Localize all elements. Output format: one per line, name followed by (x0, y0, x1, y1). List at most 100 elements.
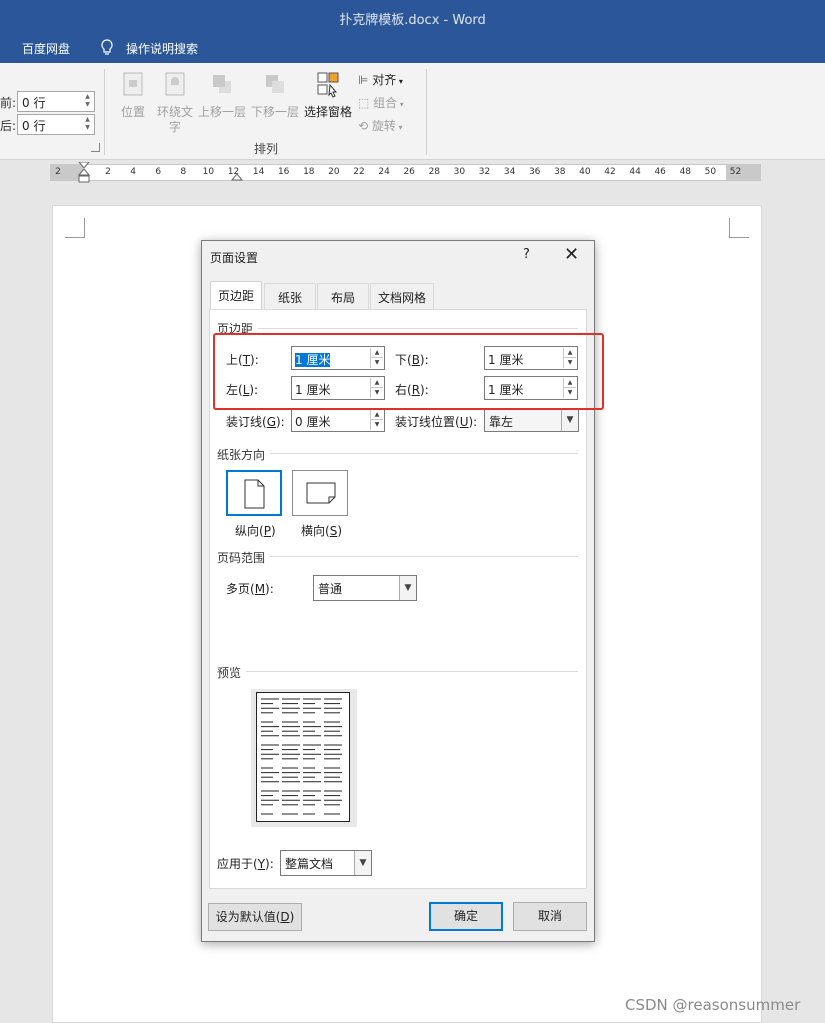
group-label: 组合 (373, 96, 398, 110)
multiple-pages-select[interactable]: 普通 ▼ (313, 575, 417, 601)
ok-button[interactable]: 确定 (429, 902, 503, 931)
ruler-tick-label: 14 (252, 167, 265, 177)
spacing-before-value: 0 行 (22, 96, 46, 110)
spacing-before-spinner[interactable]: ▲ ▼ (82, 93, 93, 110)
gutter-position-select[interactable]: 靠左 ▼ (484, 408, 579, 432)
ruler-tick-label: 34 (503, 167, 516, 177)
horizontal-ruler[interactable]: 2 2 4 6 8 10 12 14 16 18 20 22 24 26 28 30 32 34 36 38 40 42 4… (50, 162, 761, 184)
position-icon (123, 72, 143, 96)
dialog-title: 页面设置 (210, 251, 259, 265)
gutter-spinner[interactable]: ▲ ▼ (370, 410, 383, 430)
spacing-after-input[interactable]: 0 行 ▲ ▼ (17, 114, 95, 135)
ruler-tick-label: 32 (478, 167, 491, 177)
ruler-tick-label: 52 (729, 167, 742, 177)
spacing-before-input[interactable]: 0 行 ▲ ▼ (17, 91, 95, 112)
bring-forward-button[interactable]: 上移一层 (197, 71, 247, 120)
selection-pane-label: 选择窗格 (303, 105, 352, 119)
tab-layout[interactable]: 布局 (317, 283, 369, 309)
ribbon: 前: 0 行 ▲ ▼ 后: 0 行 ▲ ▼ 位置 环绕文字 上移一层 下移一层 选择… (0, 63, 825, 160)
spacing-after-label: 后: (0, 119, 17, 133)
pages-section-title: 页码范围 (217, 551, 266, 565)
selection-pane-button[interactable]: 选择窗格 (302, 71, 354, 120)
group-button[interactable]: ⬚ 组合 ▾ (358, 94, 404, 111)
margin-corner-mark (729, 218, 749, 238)
preview-text-lines (261, 698, 342, 815)
ruler-tick-label: 24 (378, 167, 390, 177)
apply-to-label: 应用于(Y): (217, 857, 274, 871)
ruler-tick-label: 4 (130, 167, 136, 177)
section-divider (270, 453, 578, 454)
bring-forward-icon (213, 75, 231, 93)
tell-me-search[interactable]: 操作说明搜索 (126, 40, 198, 57)
bring-forward-label: 上移一层 (197, 105, 246, 119)
ruler-tick-label: 44 (629, 167, 641, 177)
indent-marker-icon[interactable] (78, 162, 90, 184)
send-backward-button[interactable]: 下移一层 (250, 71, 300, 120)
lightbulb-icon (101, 39, 113, 55)
chevron-down-icon[interactable]: ▼ (399, 576, 416, 600)
ruler-tick-label: 50 (704, 167, 717, 177)
ruler-tick-label: 42 (604, 167, 616, 177)
align-icon: ⊫ (358, 73, 369, 87)
watermark: CSDN @reasonsummer (625, 996, 801, 1014)
spacing-after-value: 0 行 (22, 119, 46, 133)
help-button[interactable]: ? (523, 247, 530, 262)
window-title: 扑克牌模板.docx - Word (339, 13, 486, 28)
multiple-pages-value: 普通 (318, 582, 343, 596)
apply-to-value: 整篇文档 (285, 857, 334, 871)
rotate-label: 旋转 (371, 119, 396, 133)
landscape-option[interactable] (292, 470, 348, 516)
chevron-down-icon[interactable]: ▼ (354, 851, 371, 875)
multiple-pages-label: 多页(M): (226, 582, 274, 596)
set-default-button[interactable]: 设为默认值(D) (208, 903, 302, 931)
highlight-box (213, 333, 604, 410)
cancel-button[interactable]: 取消 (513, 902, 587, 931)
align-label: 对齐 (372, 73, 397, 87)
wrap-text-label: 环绕文字 (156, 105, 193, 134)
ruler-tick-label: 26 (403, 167, 415, 177)
gutter-input[interactable]: 0 厘米 ▲ ▼ (291, 408, 385, 432)
orientation-section-title: 纸张方向 (217, 448, 266, 462)
menu-bar: 百度网盘 操作说明搜索 (0, 33, 825, 63)
position-label: 位置 (120, 105, 145, 119)
paragraph-dialog-launcher[interactable] (91, 143, 100, 152)
apply-to-select[interactable]: 整篇文档 ▼ (280, 850, 372, 876)
ruler-tick-label: 22 (353, 167, 365, 177)
align-button[interactable]: ⊫ 对齐 ▾ (358, 71, 403, 88)
ruler-tick-label: 20 (328, 167, 340, 177)
spacing-after-spinner[interactable]: ▲ ▼ (82, 116, 93, 133)
rotate-button[interactable]: ⟲ 旋转 ▾ (358, 117, 402, 134)
chevron-down-icon[interactable]: ▼ (561, 409, 578, 431)
hanging-indent-marker-icon[interactable] (231, 169, 243, 181)
tab-margins[interactable]: 页边距 (210, 281, 262, 310)
ruler-tick-label: 30 (453, 167, 466, 177)
close-button[interactable]: ✕ (564, 244, 579, 265)
landscape-label[interactable]: 横向(S) (301, 522, 342, 539)
ribbon-divider (426, 69, 427, 155)
portrait-label[interactable]: 纵向(P) (235, 522, 276, 539)
ruler-tick-label: 10 (202, 167, 215, 177)
ruler-tick-label: 46 (654, 167, 666, 177)
position-button[interactable]: 位置 (116, 71, 150, 120)
margin-corner-mark (65, 218, 85, 238)
tab-paper[interactable]: 纸张 (264, 283, 316, 309)
ruler-tick-label: 8 (180, 167, 187, 177)
ruler-tick-label: 40 (579, 167, 591, 177)
baidu-netdisk-tab[interactable]: 百度网盘 (22, 40, 70, 57)
margin-preview (251, 689, 357, 827)
portrait-option[interactable] (226, 470, 282, 516)
portrait-page-icon (244, 479, 265, 509)
gutter-label: 装订线(G): (226, 415, 285, 429)
gutter-position-value: 靠左 (489, 415, 514, 429)
gutter-position-label: 装订线位置(U): (395, 415, 478, 429)
group-icon: ⬚ (358, 96, 370, 110)
preview-section-title: 预览 (217, 666, 242, 680)
title-bar: 扑克牌模板.docx - Word (0, 0, 825, 33)
ruler-tick-label: 16 (277, 167, 290, 177)
ruler-tick-label: 38 (554, 167, 566, 177)
tab-document-grid[interactable]: 文档网格 (370, 283, 434, 309)
selection-pane-icon (317, 72, 339, 98)
section-divider (258, 328, 578, 329)
wrap-text-button[interactable]: 环绕文字 (155, 71, 195, 135)
send-backward-label: 下移一层 (250, 105, 299, 119)
